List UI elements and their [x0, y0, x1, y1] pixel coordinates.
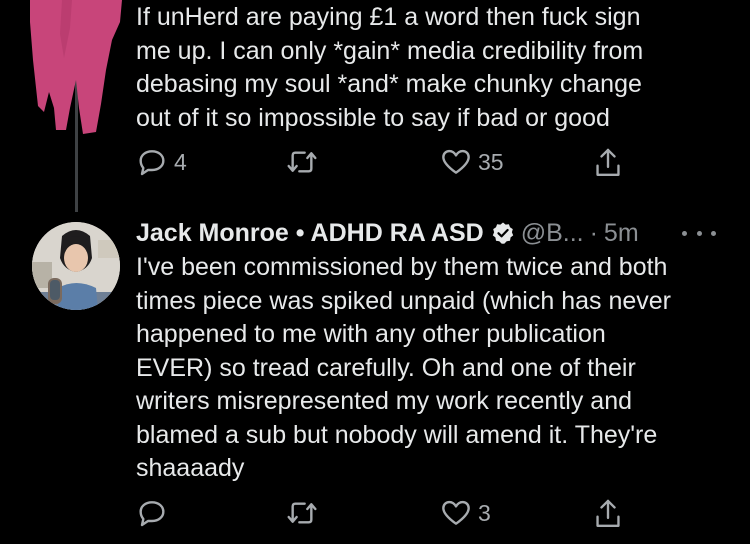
- tweet-text-line: me up. I can only *gain* media credibili…: [136, 36, 644, 65]
- display-name[interactable]: Jack Monroe • ADHD RA ASD: [136, 219, 484, 248]
- tweet-text-line: blamed a sub but nobody will amend it. T…: [136, 420, 658, 449]
- like-count: 35: [478, 148, 504, 175]
- tweet-text-line: out of it so impossible to say if bad or…: [136, 103, 610, 132]
- like-count: 3: [478, 499, 491, 526]
- share-icon: [596, 499, 620, 527]
- more-dot: [682, 230, 687, 236]
- reply-count: 4: [174, 148, 187, 175]
- tweet-actions: 3: [136, 497, 636, 537]
- speech-bubble-icon: [139, 150, 165, 176]
- tweet-text-line: EVER) so tread carefully. Oh and one of …: [136, 353, 636, 382]
- reply-button[interactable]: [136, 497, 168, 529]
- tweet-text-line: shaaaady: [136, 454, 245, 482]
- verified-badge-icon: [492, 222, 513, 244]
- heart-icon: [442, 500, 470, 525]
- tweet-text-line: If unHerd are paying £1 a word then fuck…: [136, 3, 641, 31]
- tweet-actions: 4 35: [136, 146, 636, 186]
- tweet-header: Jack Monroe • ADHD RA ASD @B... · 5m: [136, 216, 639, 250]
- tweet-text: I've been commissioned by them twice and…: [136, 251, 671, 486]
- tweet-text: If unHerd are paying £1 a word then fuck…: [136, 1, 643, 135]
- profile-photo: [32, 222, 120, 310]
- tweet-text-line: times piece was spiked unpaid (which has…: [136, 286, 671, 315]
- speech-bubble-icon: [139, 501, 165, 527]
- like-button[interactable]: 35: [440, 146, 504, 178]
- tweet-text-line: writers misrepresented my work recently …: [136, 387, 632, 415]
- like-button[interactable]: 3: [440, 497, 491, 529]
- retweet-button[interactable]: [284, 497, 320, 529]
- separator-dot: ·: [589, 218, 598, 247]
- tweet-text-line: I've been commissioned by them twice and…: [136, 253, 668, 281]
- more-dot: [696, 230, 702, 236]
- tweet-text-line: debasing my soul *and* make chunky chang…: [136, 70, 642, 98]
- more-dot: [711, 230, 716, 236]
- retweet-icon: [287, 151, 317, 173]
- tweet-text-line: happened to me with any other publicatio…: [136, 320, 606, 348]
- handle[interactable]: @B...: [521, 219, 584, 248]
- avatar[interactable]: [32, 222, 120, 310]
- retweet-icon: [287, 502, 317, 524]
- timestamp[interactable]: 5m: [604, 219, 639, 248]
- share-button[interactable]: [592, 497, 624, 531]
- share-button[interactable]: [592, 146, 624, 180]
- heart-icon: [442, 149, 470, 174]
- more-dots-icon[interactable]: [682, 222, 716, 244]
- reply-button[interactable]: 4: [136, 146, 187, 178]
- retweet-button[interactable]: [284, 146, 320, 178]
- share-icon: [596, 148, 620, 176]
